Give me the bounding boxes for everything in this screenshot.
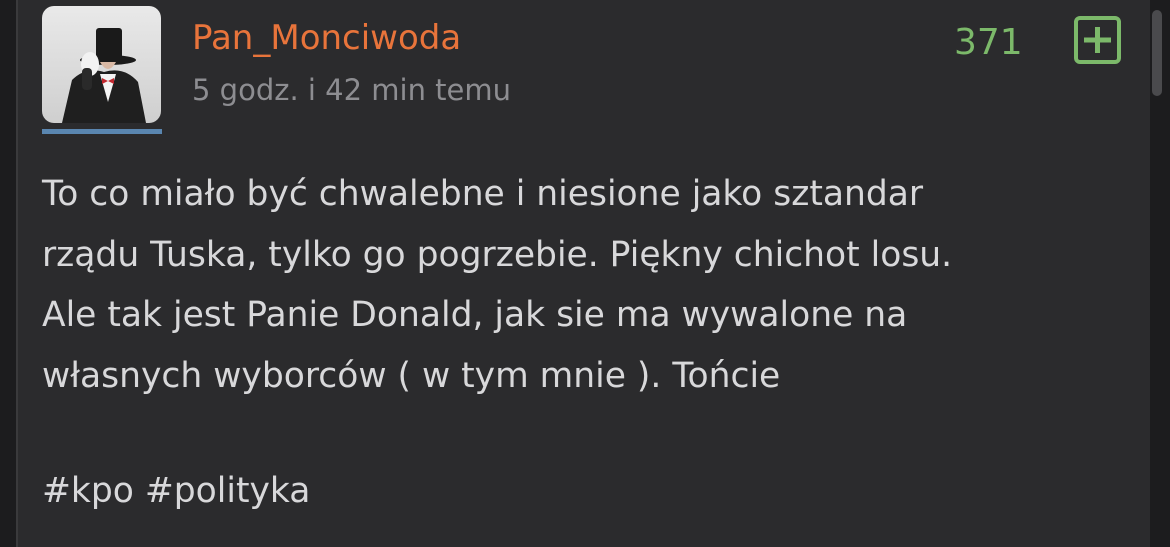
post-left-border [16, 0, 18, 547]
upvote-button[interactable] [1074, 16, 1121, 64]
post-timestamp[interactable]: 5 godz. i 42 min temu [192, 70, 511, 110]
avatar[interactable] [42, 6, 161, 123]
avatar-underline [42, 129, 162, 134]
top-hat-avatar-icon [62, 28, 146, 123]
author-username[interactable]: Pan_Monciwoda [192, 16, 461, 60]
plus-icon [1084, 27, 1111, 53]
post-tags[interactable]: #kpo #polityka [42, 465, 310, 517]
scrollbar[interactable] [1152, 10, 1162, 96]
post-card: Pan_Monciwoda 5 godz. i 42 min temu 371 … [16, 0, 1150, 547]
post-body: To co miało być chwalebne i niesione jak… [42, 174, 953, 396]
vote-count: 371 [954, 22, 1023, 63]
